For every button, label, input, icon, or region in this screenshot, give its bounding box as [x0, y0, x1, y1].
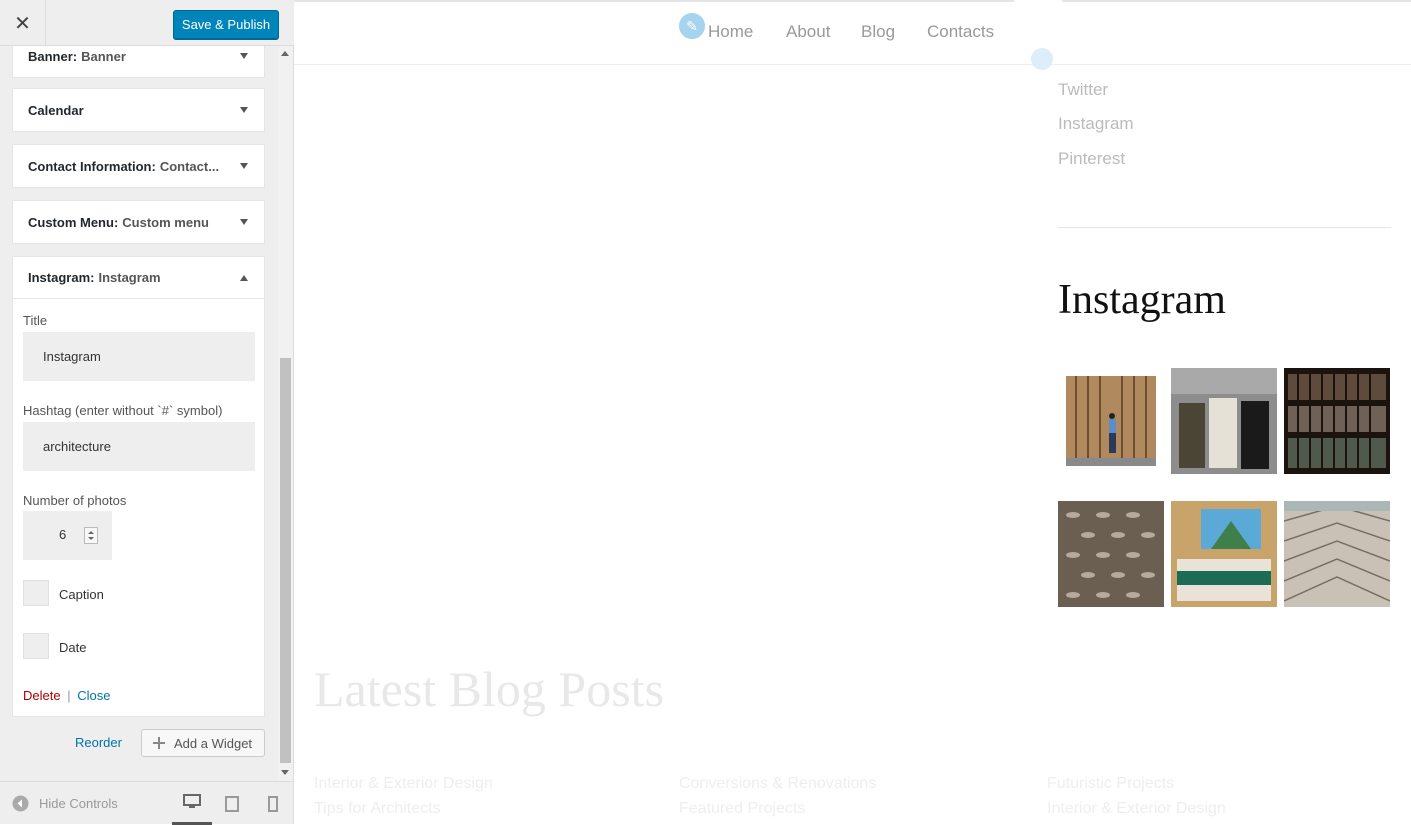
social-link-twitter[interactable]: Twitter [1058, 80, 1108, 100]
close-link[interactable]: Close [77, 688, 110, 703]
widget-calendar[interactable]: Calendar [12, 88, 265, 132]
scroll-down-icon[interactable] [281, 770, 289, 775]
widget-banner[interactable]: Banner: Banner [12, 46, 265, 78]
triangle-down-icon[interactable] [240, 163, 248, 169]
divider [1058, 227, 1391, 228]
pencil-icon[interactable]: ✎ [677, 11, 707, 41]
customizer-sidebar: ✕ Save & Publish Banner: Banner Calendar… [0, 0, 294, 825]
widget-title: Banner: [28, 48, 78, 64]
hashtag-label: Hashtag (enter without `#` symbol) [23, 403, 223, 418]
plus-icon [153, 737, 165, 749]
widget-title: Instagram: [28, 270, 95, 285]
widget-instagram-header[interactable]: Instagram: Instagram [13, 257, 264, 299]
caption-label: Caption [59, 587, 104, 602]
customizer-header: ✕ Save & Publish [0, 0, 294, 46]
widget-title: Contact Information: [28, 158, 156, 174]
close-icon[interactable]: ✕ [0, 0, 46, 46]
instagram-photo-tiles[interactable] [1284, 501, 1390, 607]
blog-post-link[interactable]: Tips for Architects [314, 800, 441, 818]
instagram-photo-bedroom[interactable] [1171, 501, 1277, 607]
sidebar-scrollbar[interactable] [278, 46, 293, 781]
blog-post-link[interactable]: Conversions & Renovations [679, 775, 876, 793]
hide-controls-button[interactable]: Hide Controls [12, 795, 118, 812]
preview-tablet-button[interactable] [218, 782, 246, 825]
delete-link[interactable]: Delete [23, 688, 61, 703]
triangle-down-icon[interactable] [240, 107, 248, 113]
instagram-photo-bookshelf[interactable] [1284, 368, 1390, 474]
scroll-up-icon[interactable] [281, 51, 289, 56]
nav-about[interactable]: About [786, 22, 830, 42]
sidebar-top-divider [1062, 0, 1411, 2]
add-widget-button[interactable]: Add a Widget [141, 729, 265, 757]
hashtag-input[interactable]: architecture [23, 422, 255, 471]
triangle-down-icon[interactable] [240, 53, 248, 59]
instagram-photo-clothes[interactable] [1171, 368, 1277, 474]
pencil-icon[interactable] [1031, 48, 1053, 70]
preview-desktop-button[interactable] [172, 782, 212, 825]
widget-title: Calendar [28, 102, 84, 118]
scrollbar-thumb[interactable] [280, 358, 291, 763]
arrow-left-circle-icon [12, 795, 29, 812]
widget-banner-header[interactable]: Banner: Banner [13, 46, 264, 77]
widget-subtitle: Contact... [159, 158, 220, 174]
site-nav: ✎ Home About Blog Contacts [294, 0, 1411, 65]
instagram-photo-pattern[interactable] [1058, 501, 1164, 607]
photos-number-input[interactable]: 6 [23, 511, 112, 560]
blog-post-link[interactable]: Interior & Exterior Design [1047, 800, 1226, 818]
mobile-icon [268, 795, 278, 812]
photos-value: 6 [59, 527, 67, 542]
preview-mobile-button[interactable] [262, 782, 284, 825]
desktop-icon [183, 794, 201, 808]
title-input[interactable]: Instagram [23, 332, 255, 381]
stepper-icon[interactable] [84, 527, 98, 544]
widget-actions: Delete | Close [23, 688, 110, 703]
date-label: Date [59, 640, 87, 655]
widget-list-panel: Banner: Banner Calendar Contact Informat… [0, 46, 278, 781]
widget-instagram: Instagram: Instagram Title Instagram Has… [12, 256, 265, 717]
triangle-up-icon[interactable] [240, 275, 248, 281]
site-preview: ✎ Home About Blog Contacts Twitter Insta… [294, 0, 1411, 824]
widget-custom-menu[interactable]: Custom Menu: Custom menu [12, 200, 265, 244]
blog-post-link[interactable]: Interior & Exterior Design [314, 775, 493, 793]
nav-home[interactable]: Home [708, 22, 753, 42]
widget-custom-menu-header[interactable]: Custom Menu: Custom menu [13, 201, 264, 243]
nav-contacts[interactable]: Contacts [927, 22, 994, 42]
widget-contact-header[interactable]: Contact Information: Contact... [13, 145, 264, 187]
triangle-down-icon[interactable] [240, 219, 248, 225]
date-checkbox[interactable] [23, 633, 49, 659]
social-link-pinterest[interactable]: Pinterest [1058, 149, 1125, 169]
blog-post-link[interactable]: Futuristic Projects [1047, 775, 1174, 793]
instagram-photo-door[interactable] [1058, 368, 1164, 474]
widget-contact-information[interactable]: Contact Information: Contact... [12, 144, 265, 188]
add-widget-label: Add a Widget [174, 735, 253, 751]
instagram-heading: Instagram [1058, 277, 1226, 323]
reorder-link[interactable]: Reorder [75, 735, 122, 750]
photos-label: Number of photos [23, 493, 127, 508]
widget-subtitle: Custom menu [122, 214, 209, 230]
tablet-icon [225, 795, 239, 812]
hide-controls-label: Hide Controls [39, 796, 118, 811]
widget-calendar-header[interactable]: Calendar [13, 89, 264, 131]
nav-blog[interactable]: Blog [861, 22, 895, 42]
separator: | [67, 688, 71, 703]
blog-post-link[interactable]: Featured Projects [679, 800, 805, 818]
widget-subtitle: Instagram [98, 270, 161, 285]
save-publish-button[interactable]: Save & Publish [173, 10, 279, 39]
caption-checkbox[interactable] [23, 580, 49, 606]
widget-title: Custom Menu: [28, 214, 119, 230]
title-label: Title [23, 313, 48, 328]
latest-posts-heading: Latest Blog Posts [314, 661, 665, 717]
social-link-instagram[interactable]: Instagram [1058, 114, 1134, 134]
customizer-footer: Hide Controls [0, 781, 293, 825]
widget-subtitle: Banner [81, 48, 126, 64]
